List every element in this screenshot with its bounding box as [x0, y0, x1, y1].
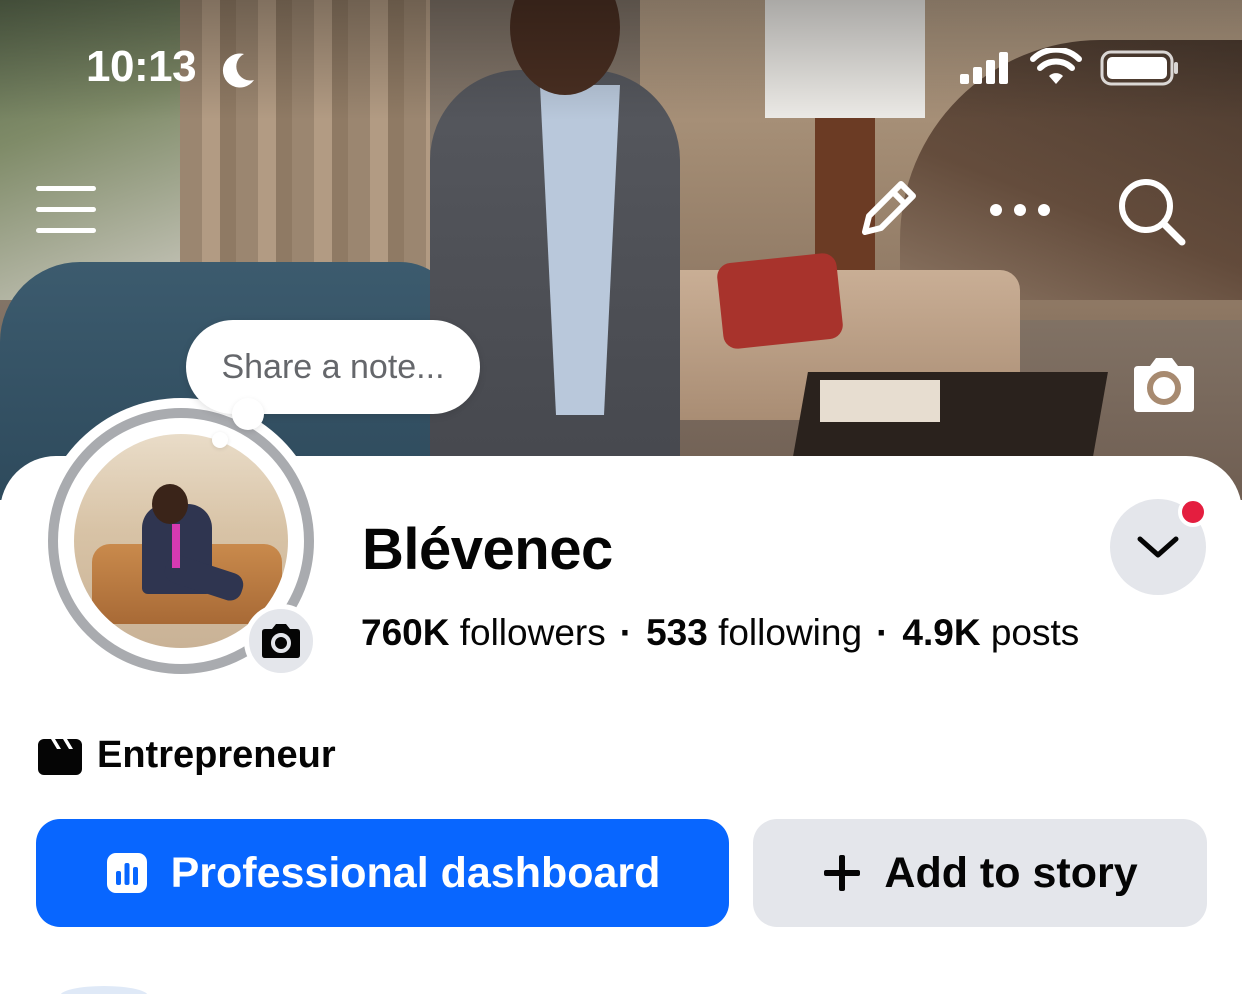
professional-dashboard-label: Professional dashboard — [170, 848, 661, 897]
more-options-button[interactable] — [982, 185, 1058, 235]
clapperboard-icon — [38, 738, 82, 775]
search-icon — [1119, 179, 1186, 246]
profile-category: Entrepreneur — [37, 734, 336, 777]
battery-icon — [1100, 50, 1178, 86]
more-dots-icon — [990, 204, 1050, 216]
category-label: Entrepreneur — [97, 734, 336, 776]
camera-icon — [262, 624, 300, 658]
pencil-icon — [862, 181, 916, 235]
status-time: 10:13 — [86, 42, 197, 91]
followers-link[interactable]: 760K followers — [361, 612, 606, 653]
avatar-person-head — [152, 484, 188, 524]
search-button[interactable] — [1110, 172, 1192, 250]
plus-icon — [822, 853, 862, 893]
share-note-placeholder: Share a note... — [221, 347, 445, 386]
wifi-icon — [1030, 48, 1082, 84]
posts-label: posts — [990, 612, 1080, 653]
change-cover-photo-button[interactable] — [1124, 350, 1204, 420]
add-to-story-button[interactable]: Add to story — [753, 819, 1207, 927]
edit-cover-button[interactable] — [850, 172, 926, 246]
hamburger-menu-icon — [36, 186, 96, 233]
chevron-down-icon — [1137, 536, 1179, 558]
posts-count: 4.9K — [902, 612, 981, 653]
cover-table-top — [820, 380, 940, 422]
menu-button[interactable] — [30, 178, 102, 242]
profile-name: Blévenec — [362, 517, 613, 582]
profile-stats: 760K followers · 533 following · 4.9K posts — [361, 612, 1079, 654]
followers-label: followers — [459, 612, 606, 653]
stats-separator: · — [619, 612, 633, 653]
change-profile-picture-button[interactable] — [244, 604, 318, 678]
following-link[interactable]: 533 following — [646, 612, 862, 653]
professional-dashboard-button[interactable]: Professional dashboard — [36, 819, 729, 927]
bar-chart-icon — [105, 851, 149, 895]
add-to-story-label: Add to story — [884, 848, 1138, 897]
share-note-bubble[interactable]: Share a note... — [186, 320, 480, 414]
posts-link[interactable]: 4.9K posts — [902, 612, 1079, 653]
note-bubble-tail — [232, 398, 264, 430]
camera-icon — [1134, 358, 1194, 412]
stats-separator: · — [876, 612, 889, 653]
signal-icon — [960, 52, 1008, 84]
following-label: following — [718, 612, 863, 653]
notification-dot — [1178, 497, 1208, 527]
following-count: 533 — [646, 612, 708, 653]
avatar-person-tie — [172, 524, 180, 568]
followers-count: 760K — [361, 612, 450, 653]
note-bubble-tail — [212, 432, 228, 448]
cover-pillow — [715, 251, 845, 351]
moon-icon — [222, 53, 254, 88]
